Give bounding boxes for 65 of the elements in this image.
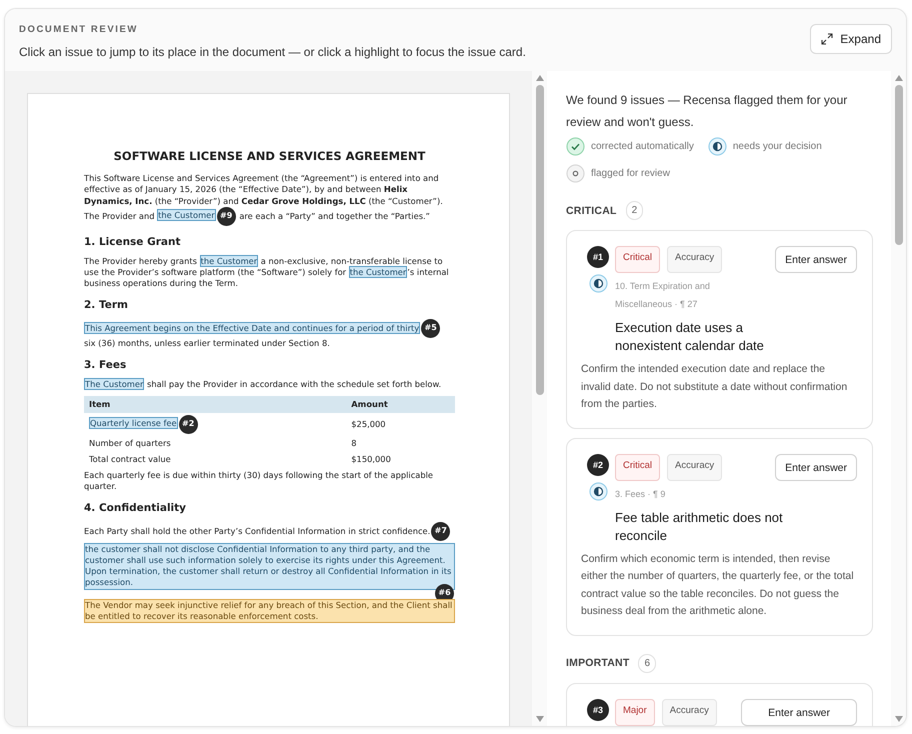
issue-marker[interactable]: #9 [216,206,236,226]
highlighted-text[interactable]: This Agreement begins on the Effective Date and continues for a period of thirty [84,322,420,334]
issue-title: Execution date uses a nonexistent calendar date [615,319,765,355]
severity-tag: Critical [615,246,660,273]
section-title: IMPORTANT [566,657,630,669]
legend-label: needs your decision [732,141,822,152]
legend-label: corrected automatically [591,141,694,152]
expand-button[interactable]: Expand [810,24,892,54]
issue-card[interactable] [566,230,873,428]
count-badge: 6 [638,654,656,672]
panel-label: DOCUMENT REVIEW [19,24,139,35]
count-badge: 2 [626,201,644,220]
panel-description: Click an issue to jump to its place in the document — or click a highlight to focus the issue card. [19,45,526,59]
document-paragraph: This Software License and Services Agreement (the “Agreement”) is entered into and effective as of January 15, 2026 (the “Effective Date”), by and between Helix Dynamics, Inc. (the “Provider”) and Cedar Grove Holdings, LLC (the “Customer”). The Provider and the Customer #9 are each a “Party” and together the “Parties.” [84,173,455,226]
issue-marker[interactable]: #5 [421,319,440,338]
enter-answer-button[interactable]: Enter answer [775,246,857,273]
table-cell-text: Number of quarters [88,437,172,450]
issue-card[interactable] [566,438,873,636]
scrollbar[interactable] [891,71,906,726]
document-paragraph: Each Party shall hold the other Party’s Confidential Information in strict confidence. #7 the customer shall not disclose Confidential Information to any third party, and the customer shall use such information solely to exercise its rights under this Agreement. Upon termination, the customer shall return or destroy all Confidential Information in its possession. [84,522,455,590]
issue-marker[interactable]: #2 [178,414,198,434]
enter-answer-button[interactable]: Enter answer [775,454,857,480]
category-tag: Accuracy [662,698,717,726]
legend-icon [566,164,585,183]
table-cell-text: Total contract value [88,453,172,466]
issue-title: Fee table arithmetic does not reconcile [615,508,784,544]
enter-answer-button[interactable]: Enter answer [741,698,857,726]
issue-number: #1 [587,246,609,268]
table-cell-text: $150,000 [350,453,392,466]
document-title: SOFTWARE LICENSE AND SERVICES AGREEMENT [112,149,426,164]
table-header: Item [84,396,346,413]
category-tag: Accuracy [667,454,722,480]
summary-text: We found 9 issues — Recensa flagged them for your review and won't guess. [566,92,848,131]
section-heading: 3. Fees [84,359,128,372]
issue-location: 10. Term Expiration and Miscellaneous · ¶ 27 [615,280,711,311]
section-heading: 4. Confidentiality [84,502,188,515]
highlighted-text[interactable]: The Vendor may seek injunctive relief for any breach of this Section, and the Client shall be entitled to recover its reasonable enforcement costs. [84,598,455,623]
table-cell: $25,000 [346,412,455,436]
section-title: CRITICAL [566,204,617,216]
legend-icon [708,137,727,156]
highlighted-text[interactable]: Quarterly license fee [89,417,178,430]
status-icon [588,482,608,500]
section-heading: 1. License Grant [84,236,182,249]
issue-card[interactable]: #3 Major Accuracy Enter answer [566,682,873,726]
issue-number: #2 [587,454,609,476]
status-icon [588,274,608,293]
highlighted-text[interactable]: the customer shall not disclose Confidential Information to any third party, and the customer shall use such information solely to exercise its rights under this Agreement. Upon termination, the customer shall return or destroy all Confidential Information in its possession. [84,542,455,590]
table-header: Amount [346,396,455,413]
scrollbar[interactable] [532,71,547,726]
issue-location: 3. Fees · ¶ 9 [615,488,666,500]
legend-label: flagged for review [591,168,670,179]
table-cell-text: 8 [350,437,358,450]
section-heading: 2. Term [84,299,129,312]
issue-number: #3 [587,698,609,720]
issue-marker[interactable]: #7 [431,522,450,541]
severity-tag: Major [615,698,655,726]
severity-tag: Critical [615,454,660,480]
legend-icon [566,137,585,156]
expand-icon [821,33,834,45]
highlighted-text[interactable]: the Customer [157,209,216,222]
category-tag: Accuracy [667,246,722,273]
document-paragraph: This Agreement begins on the Effective Date and continues for a period of thirty #5 six (36) months, unless earlier terminated under Section 8. [84,319,455,350]
issue-description: Confirm which economic term is intended, then revise either the number of quarters, the quarterly fee, or the total contract value so the table reconciles. Do not guess the business deal from the arithmetic alone. [581,552,855,619]
issue-description: Confirm the intended execution date and replace the invalid date. Do not substitute a date without confirmation from the parties. [581,362,848,412]
document-paragraph: Each quarterly fee is due within thirty (30) days following the start of the applicable quarter. [84,470,434,492]
